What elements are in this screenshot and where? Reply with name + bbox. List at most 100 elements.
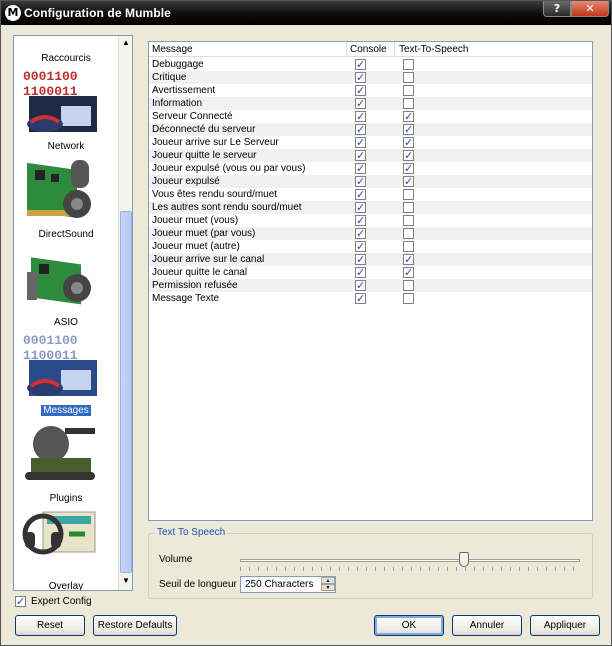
table-row[interactable]: Serveur Connecté (149, 110, 592, 123)
tts-checkbox[interactable] (403, 123, 414, 136)
sidebar-item-asio[interactable]: ASIO (14, 242, 118, 330)
console-checkbox[interactable] (355, 123, 366, 136)
tts-checkbox[interactable] (403, 253, 414, 266)
tts-checkbox[interactable] (403, 266, 414, 279)
console-checkbox[interactable] (355, 149, 366, 162)
table-row[interactable]: Joueur muet (vous) (149, 214, 592, 227)
console-checkbox[interactable] (355, 227, 366, 240)
overlay-icon (22, 511, 96, 555)
tts-checkbox[interactable] (403, 98, 414, 109)
console-checkbox[interactable] (355, 162, 366, 175)
console-checkbox[interactable] (355, 175, 366, 188)
table-row[interactable]: Joueur expulsé (149, 175, 592, 188)
column-divider (394, 42, 395, 56)
expert-config-checkbox[interactable] (15, 595, 26, 608)
dialog-body: Raccourcis 0001100 1100011 Network Direc… (1, 25, 611, 645)
tts-checkbox[interactable] (403, 162, 414, 175)
table-row[interactable]: Joueur muet (autre) (149, 240, 592, 253)
console-checkbox[interactable] (355, 292, 366, 305)
console-checkbox[interactable] (355, 240, 366, 253)
table-row[interactable]: Vous êtes rendu sourd/muet (149, 188, 592, 201)
threshold-spinbox[interactable]: 250 Characters ▲ ▼ (240, 576, 336, 593)
table-row[interactable]: Critique (149, 71, 592, 84)
console-checkbox[interactable] (355, 110, 366, 123)
tts-checkbox[interactable] (403, 293, 414, 304)
sidebar-item-network[interactable]: 0001100 1100011 Network (14, 66, 118, 154)
help-button[interactable]: ? (543, 1, 571, 17)
cancel-button[interactable]: Annuler (452, 615, 522, 636)
message-name: Joueur expulsé (152, 176, 220, 187)
restore-defaults-button[interactable]: Restore Defaults (93, 615, 177, 636)
sidebar-item-overlay[interactable]: Overlay (14, 506, 118, 590)
table-row[interactable]: Debuggage (149, 58, 592, 71)
table-row[interactable]: Avertissement (149, 84, 592, 97)
sidebar-item-directsound[interactable]: DirectSound (14, 154, 118, 242)
apply-button[interactable]: Appliquer (530, 615, 600, 636)
tts-checkbox[interactable] (403, 85, 414, 96)
table-row[interactable]: Message Texte (149, 292, 592, 305)
keyboard-icon (21, 36, 101, 48)
table-row[interactable]: Joueur quitte le canal (149, 266, 592, 279)
console-checkbox[interactable] (355, 279, 366, 292)
console-checkbox[interactable] (355, 201, 366, 214)
tts-checkbox[interactable] (403, 149, 414, 162)
tts-checkbox[interactable] (403, 280, 414, 291)
column-header-console[interactable]: Console (350, 44, 387, 55)
close-button[interactable]: ✕ (571, 1, 609, 17)
reset-button[interactable]: Reset (15, 615, 85, 636)
sidebar-item-plugins[interactable]: Plugins (14, 418, 118, 506)
message-name: Avertissement (152, 85, 216, 96)
console-checkbox[interactable] (355, 253, 366, 266)
table-row[interactable]: Joueur arrive sur le canal (149, 253, 592, 266)
console-checkbox[interactable] (355, 97, 366, 110)
scroll-up-icon[interactable]: ▲ (119, 36, 132, 50)
threshold-value[interactable]: 250 Characters (245, 579, 313, 590)
tts-group: Text To Speech Volume Seuil de longueur … (148, 527, 593, 599)
console-checkbox[interactable] (355, 214, 366, 227)
table-row[interactable]: Information (149, 97, 592, 110)
threshold-label: Seuil de longueur (159, 579, 237, 590)
tts-checkbox[interactable] (403, 241, 414, 252)
tts-checkbox[interactable] (403, 136, 414, 149)
sidebar-item-messages[interactable]: 0001100 1100011 Messages (14, 330, 118, 418)
category-list: Raccourcis 0001100 1100011 Network Direc… (14, 36, 118, 590)
tts-checkbox[interactable] (403, 59, 414, 70)
console-checkbox[interactable] (355, 188, 366, 201)
window-title: Configuration de Mumble (24, 6, 171, 20)
sidebar-item-raccourcis[interactable]: Raccourcis (14, 36, 118, 66)
table-row[interactable]: Les autres sont rendu sourd/muet (149, 201, 592, 214)
sidebar-scrollbar[interactable]: ▲ ▼ (118, 36, 132, 590)
title-bar[interactable]: M Configuration de Mumble ? ✕ (1, 1, 611, 25)
tts-checkbox[interactable] (403, 202, 414, 213)
tts-checkbox[interactable] (403, 175, 414, 188)
spin-up-icon[interactable]: ▲ (321, 577, 335, 584)
tts-checkbox[interactable] (403, 110, 414, 123)
table-row[interactable]: Permission refusée (149, 279, 592, 292)
table-row[interactable]: Joueur quitte le serveur (149, 149, 592, 162)
console-checkbox[interactable] (355, 71, 366, 84)
table-row[interactable]: Joueur muet (par vous) (149, 227, 592, 240)
tts-checkbox[interactable] (403, 72, 414, 83)
column-header-message[interactable]: Message (152, 44, 193, 55)
volume-label: Volume (159, 554, 193, 565)
console-checkbox[interactable] (355, 136, 366, 149)
scroll-thumb[interactable] (120, 211, 132, 573)
table-row[interactable]: Déconnecté du serveur (149, 123, 592, 136)
scroll-down-icon[interactable]: ▼ (119, 574, 132, 588)
tts-checkbox[interactable] (403, 189, 414, 200)
message-name: Joueur quitte le canal (152, 267, 248, 278)
expert-config[interactable]: Expert Config (15, 595, 92, 608)
table-row[interactable]: Joueur arrive sur Le Serveur (149, 136, 592, 149)
console-checkbox[interactable] (355, 58, 366, 71)
spin-down-icon[interactable]: ▼ (321, 584, 335, 591)
tts-checkbox[interactable] (403, 228, 414, 239)
column-header-tts[interactable]: Text-To-Speech (399, 44, 468, 55)
volume-slider-thumb[interactable] (459, 552, 470, 567)
tts-checkbox[interactable] (403, 215, 414, 226)
ok-button[interactable]: OK (374, 615, 444, 636)
table-row[interactable]: Joueur expulsé (vous ou par vous) (149, 162, 592, 175)
console-checkbox[interactable] (355, 266, 366, 279)
sidebar-item-label: Overlay (48, 581, 84, 590)
console-checkbox[interactable] (355, 84, 366, 97)
volume-slider-track[interactable] (240, 559, 580, 562)
